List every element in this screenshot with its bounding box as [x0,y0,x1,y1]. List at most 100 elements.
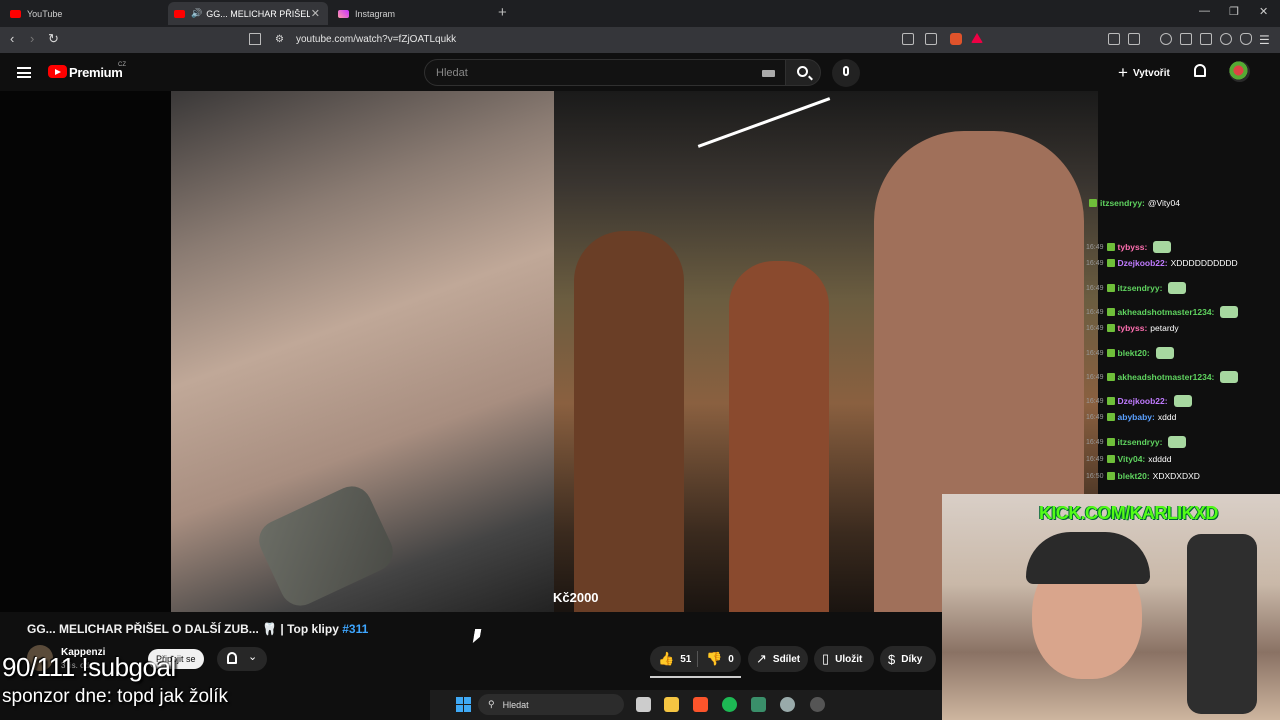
chat-username: akheadshotmaster1234: [1117,307,1215,317]
taskbar-search-label: Hledat [502,699,529,710]
brave-rewards-icon[interactable] [971,33,983,43]
chat-message: 16:49 itzsendryy: [1086,282,1187,294]
reload-icon[interactable]: ↻ [48,31,59,47]
wallet-icon[interactable] [1200,33,1212,45]
brave-shields-icon[interactable] [950,33,962,45]
chat-badge-icon [1106,243,1115,251]
youtube-premium-label[interactable]: Premium [69,65,123,80]
address-bar: ‹ › ↻ ⚙ youtube.com/watch?v=fZjOATLqukk … [0,27,1280,53]
url-field[interactable]: youtube.com/watch?v=fZjOATLqukk [296,34,456,45]
chat-message: 16:49 itzsendryy: [1086,436,1187,448]
tab-instagram[interactable]: Instagram [338,2,488,25]
chat-text: XDXDXDXD [1152,471,1200,481]
windows-taskbar: ⚲ Hledat [430,690,942,720]
chat-badge-icon [1106,308,1115,316]
chat-timestamp: 16:49 [1086,324,1104,332]
divider [697,651,698,667]
share-page-icon[interactable] [925,33,937,45]
vpn-icon[interactable] [1240,33,1252,45]
save-button[interactable]: ▯ Uložit [814,646,874,672]
dislike-count: 0 [728,653,734,665]
chat-username: blekt20: [1117,348,1150,358]
thanks-label: Díky [901,653,923,665]
chat-message: 16:49 blekt20: [1086,347,1174,359]
brave-browser-icon[interactable] [693,697,708,712]
extensions-icon[interactable] [1108,33,1120,45]
chat-message: 16:50 blekt20: XDXDXDXD [1086,471,1200,481]
taskbar-search[interactable]: ⚲ Hledat [478,694,624,715]
windows-start-icon[interactable] [456,697,471,712]
file-explorer-icon[interactable] [664,697,679,712]
video-player[interactable]: Kč2000 [0,91,1098,613]
restore-icon[interactable]: ❐ [1229,5,1239,18]
tab-label: YouTube [27,8,63,19]
leo-ai-icon[interactable] [1220,33,1232,45]
search-input[interactable]: Hledat [424,59,786,86]
back-icon[interactable]: ‹ [10,31,14,46]
create-button[interactable]: + Vytvořit [1118,63,1170,83]
stream-chat-overlay: itzsendryy: @Vity04 16:49 tybyss: 16:49 Dzejk… [1086,193,1280,488]
chat-badge-icon [1106,373,1115,381]
chat-message: 16:49 abybaby: xddd [1086,412,1176,422]
keyboard-icon[interactable] [762,70,775,77]
task-view-icon[interactable] [636,697,651,712]
thanks-button[interactable]: $ Díky [880,646,936,672]
save-label: Uložit [835,653,863,665]
subgoal-overlay: 90/111 !subgoal [2,652,176,682]
forward-icon[interactable]: › [30,31,34,46]
like-dislike-group: 👍 51 👎 0 [650,646,741,672]
chat-timestamp: 16:49 [1086,284,1104,292]
close-window-icon[interactable]: ✕ [1259,5,1268,18]
tab-active-video[interactable]: 🔊 GG... MELICHAR PŘIŠEL O DA ✕ [168,2,328,25]
close-tab-icon[interactable]: ✕ [311,7,320,20]
chat-timestamp: 16:49 [1086,373,1104,381]
notifications-bell-icon[interactable] [1194,64,1206,77]
subscription-button[interactable]: ⌄ [217,647,267,671]
tab-youtube[interactable]: YouTube [10,2,160,25]
browser-menu-icon[interactable]: ☰ [1259,33,1270,47]
chat-message: 16:49 akheadshotmaster1234: [1086,371,1239,383]
spotify-icon[interactable] [722,697,737,712]
dislike-button[interactable]: 👎 0 [706,651,734,667]
video-hashtag[interactable]: #311 [342,622,368,636]
screenshot-icon[interactable] [1128,33,1140,45]
site-settings-icon[interactable]: ⚙ [275,34,284,45]
bookmark-icon[interactable] [249,33,261,45]
chat-text: @Vity04 [1147,198,1180,208]
share-button[interactable]: ↗ Sdílet [748,646,808,672]
chat-badge-icon [1106,349,1115,357]
chat-username: Dzejkoob22: [1117,258,1168,268]
chat-message: 16:49 akheadshotmaster1234: [1086,306,1239,318]
chat-timestamp: 16:49 [1086,349,1104,357]
video-title-text: GG... MELICHAR PŘIŠEL O DALŠÍ ZUB... 🦷 |… [27,622,343,636]
chat-timestamp: 16:49 [1086,455,1104,463]
chat-emote-icon [1220,306,1239,318]
hamburger-menu-icon[interactable] [17,67,31,78]
gaming-chair-image [1187,534,1257,714]
like-count: 51 [680,653,692,665]
plus-icon: + [1118,63,1128,82]
sidebar-icon[interactable] [1180,33,1192,45]
chat-username: blekt20: [1117,471,1150,481]
new-tab-icon[interactable]: + [498,4,507,21]
voice-search-button[interactable] [832,59,860,87]
ccleaner-icon[interactable] [780,697,795,712]
video-frame-streamer [171,91,554,613]
webcam-overlay: KICK.COM/KARLIKXD [942,494,1280,720]
account-avatar[interactable] [1229,61,1250,82]
screen-cast-icon[interactable] [902,33,914,45]
browser-tab-strip: YouTube 🔊 GG... MELICHAR PŘIŠEL O DA ✕ I… [0,0,1280,27]
video-title: GG... MELICHAR PŘIŠEL O DALŠÍ ZUB... 🦷 |… [27,622,368,636]
search-button[interactable] [785,59,821,86]
obs-icon[interactable] [810,697,825,712]
youtube-logo-icon[interactable] [48,65,67,78]
chat-badge-icon [1106,397,1115,405]
chat-badge-icon [1106,455,1115,463]
music-icon[interactable] [1160,33,1172,45]
search-placeholder: Hledat [436,67,468,79]
chat-message: 16:49 tybyss: [1086,241,1172,253]
app-icon[interactable] [751,697,766,712]
chat-badge-icon [1106,413,1115,421]
like-button[interactable]: 👍 51 [658,651,691,667]
minimize-icon[interactable]: — [1199,5,1210,17]
